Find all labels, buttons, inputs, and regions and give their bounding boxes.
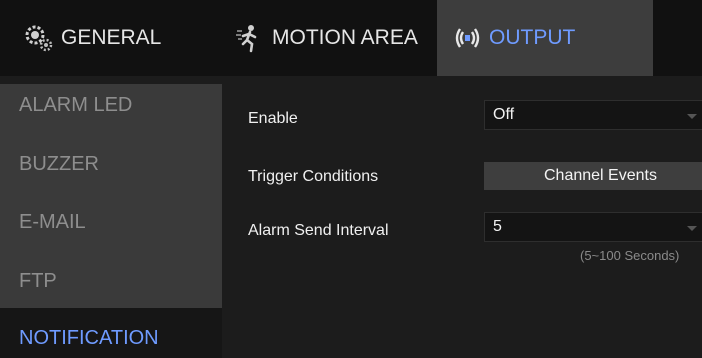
tab-motion-area-label: MOTION AREA (272, 26, 418, 49)
sidebar-item-alarm-led[interactable]: ALARM LED (19, 94, 132, 117)
interval-range-hint: (5~100 Seconds) (580, 248, 680, 263)
alarm-send-interval-label: Alarm Send Interval (248, 222, 389, 239)
chevron-down-icon (687, 114, 697, 119)
alarm-send-interval-value: 5 (493, 218, 502, 235)
trigger-conditions-label: Trigger Conditions (248, 168, 379, 185)
tab-motion-area[interactable]: MOTION AREA (220, 0, 437, 76)
sidebar-item-email[interactable]: E-MAIL (19, 211, 86, 234)
running-person-icon (234, 22, 266, 54)
tab-bar-filler (653, 0, 702, 76)
chevron-down-icon (687, 226, 697, 231)
tab-bar: GENERAL MOTION AREA OUTPUT (0, 0, 702, 84)
enable-select[interactable]: Off (484, 100, 702, 130)
tab-general[interactable]: GENERAL (0, 0, 220, 76)
channel-events-button[interactable]: Channel Events (484, 162, 702, 190)
tab-output-label: OUTPUT (489, 26, 576, 49)
enable-select-value: Off (493, 106, 515, 123)
tab-output[interactable]: OUTPUT (437, 0, 653, 76)
tab-divider (0, 76, 702, 84)
enable-label: Enable (248, 110, 298, 127)
broadcast-signal-icon (451, 24, 483, 52)
alarm-send-interval-select[interactable]: 5 (484, 212, 702, 242)
gears-icon (23, 22, 55, 54)
sidebar-item-ftp[interactable]: FTP (19, 270, 57, 293)
sidebar-item-buzzer[interactable]: BUZZER (19, 153, 99, 176)
notification-settings-panel: Enable Off Trigger Conditions Channel Ev… (222, 84, 702, 358)
sidebar: ALARM LED BUZZER E-MAIL FTP NOTIFICATION (0, 84, 222, 358)
sidebar-item-notification[interactable]: NOTIFICATION (19, 327, 159, 350)
tab-general-label: GENERAL (61, 26, 162, 49)
